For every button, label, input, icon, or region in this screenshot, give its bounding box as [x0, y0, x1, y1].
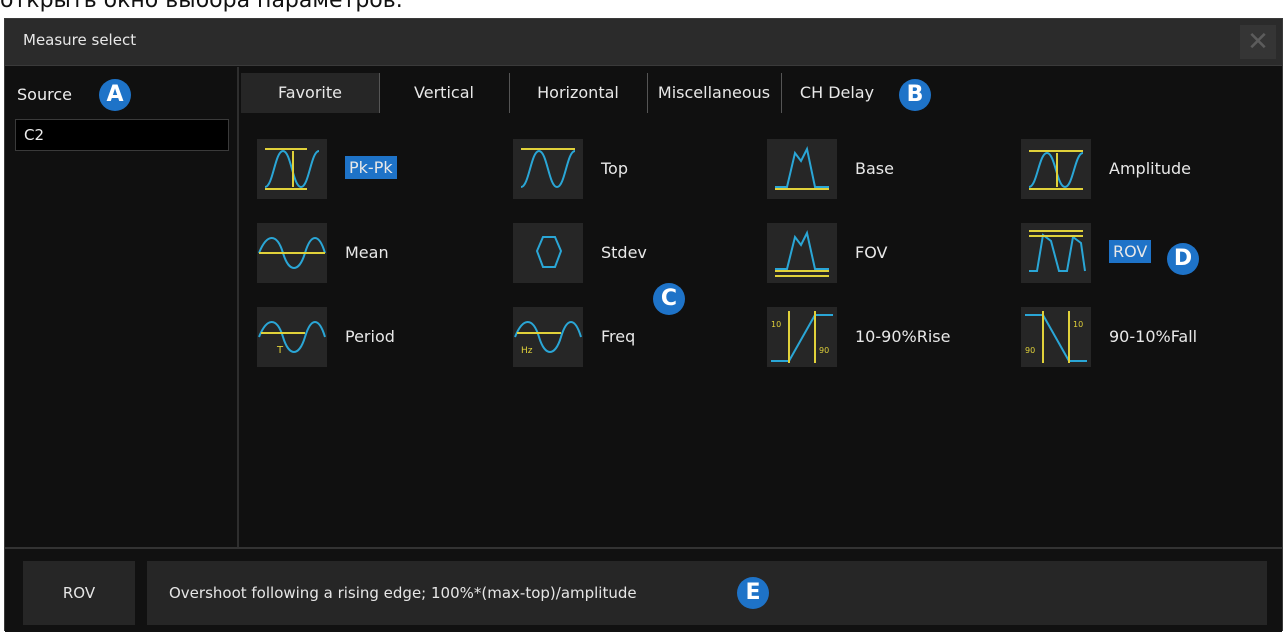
description-bar: ROV Overshoot following a rising edge; 1… — [5, 547, 1282, 632]
caption-text: открыть окно выбора параметров. — [0, 0, 403, 13]
pkpk-icon — [257, 139, 327, 199]
stdev-icon — [513, 223, 583, 283]
source-label: Source — [17, 85, 72, 104]
rov-icon — [1021, 223, 1091, 283]
tab-horizontal[interactable]: Horizontal — [509, 73, 648, 113]
base-icon — [767, 139, 837, 199]
measure-item-mean[interactable]: Mean — [257, 223, 457, 285]
measure-item-pkpk[interactable]: Pk-Pk — [257, 139, 457, 201]
measure-item-amplitude[interactable]: Amplitude — [1021, 139, 1241, 201]
measure-item-stdev[interactable]: Stdev — [513, 223, 713, 285]
measure-item-rise[interactable]: 10 90 10-90%Rise — [767, 307, 987, 369]
measure-item-period[interactable]: T Period — [257, 307, 457, 369]
measure-label: ROV — [1109, 240, 1152, 263]
amplitude-icon — [1021, 139, 1091, 199]
svg-text:T: T — [276, 345, 284, 356]
mean-icon — [257, 223, 327, 283]
measure-item-freq[interactable]: Hz Freq — [513, 307, 713, 369]
svg-text:10: 10 — [1073, 320, 1083, 329]
source-select[interactable]: C2 — [15, 119, 229, 151]
selected-measure-description: Overshoot following a rising edge; 100%*… — [147, 561, 1267, 625]
top-icon — [513, 139, 583, 199]
fov-icon — [767, 223, 837, 283]
measure-label: Pk-Pk — [345, 156, 397, 179]
measure-label: 90-10%Fall — [1109, 327, 1198, 346]
close-icon[interactable]: ✕ — [1240, 25, 1276, 59]
measure-label: Freq — [601, 327, 636, 346]
window-title: Measure select — [23, 31, 137, 49]
measure-item-top[interactable]: Top — [513, 139, 713, 201]
svg-text:90: 90 — [1025, 346, 1035, 355]
measure-item-fall[interactable]: 90 10 90-10%Fall — [1021, 307, 1241, 369]
svg-text:90: 90 — [819, 346, 829, 355]
tab-vertical[interactable]: Vertical — [379, 73, 510, 113]
callout-marker-a: A — [99, 79, 131, 111]
measure-select-window: Measure select ✕ Source A C2 Favorite Ve… — [4, 18, 1283, 632]
tab-miscellaneous[interactable]: Miscellaneous — [647, 73, 782, 113]
measure-label: Stdev — [601, 243, 647, 262]
measure-label: FOV — [855, 243, 888, 262]
measure-label: Mean — [345, 243, 389, 262]
callout-marker-b: B — [899, 79, 931, 111]
measure-label: Amplitude — [1109, 159, 1191, 178]
measure-label: Base — [855, 159, 894, 178]
measure-label: Top — [601, 159, 628, 178]
callout-marker-d: D — [1167, 243, 1199, 275]
rise-icon: 10 90 — [767, 307, 837, 367]
tab-favorite[interactable]: Favorite — [241, 73, 380, 113]
fall-icon: 90 10 — [1021, 307, 1091, 367]
svg-text:Hz: Hz — [521, 346, 533, 356]
title-bar: Measure select ✕ — [5, 19, 1282, 66]
callout-marker-e: E — [737, 577, 769, 609]
period-icon: T — [257, 307, 327, 367]
tab-ch-delay[interactable]: CH Delay — [781, 73, 893, 113]
measure-label: 10-90%Rise — [855, 327, 951, 346]
measure-item-base[interactable]: Base — [767, 139, 967, 201]
selected-measure-name: ROV — [23, 561, 135, 625]
svg-text:10: 10 — [771, 320, 781, 329]
freq-icon: Hz — [513, 307, 583, 367]
source-panel: Source A C2 — [5, 67, 239, 547]
measure-item-fov[interactable]: FOV — [767, 223, 967, 285]
measure-label: Period — [345, 327, 395, 346]
